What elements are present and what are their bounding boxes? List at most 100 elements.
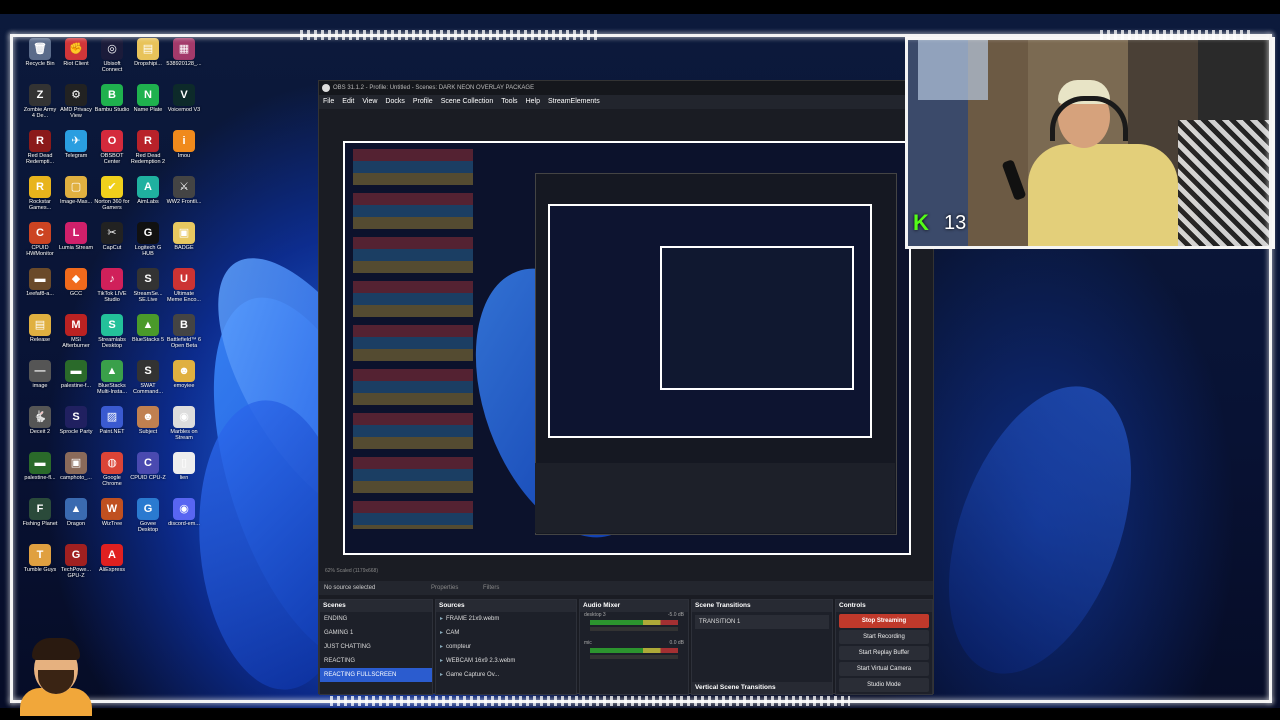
expand-icon[interactable]: ▸ — [440, 658, 443, 664]
desktop-icon[interactable]: ▯ lien — [166, 452, 202, 496]
menu-item[interactable]: StreamElements — [548, 98, 600, 105]
source-item[interactable]: ▸ FRAME 21x9.webm — [436, 612, 576, 626]
scene-item[interactable]: JUST CHATTING — [320, 640, 432, 654]
expand-icon[interactable]: ▸ — [440, 644, 443, 650]
desktop-icon[interactable]: A AliExpress — [94, 544, 130, 588]
menu-item[interactable]: Scene Collection — [441, 98, 494, 105]
desktop-icon[interactable]: ♪ TikTok LIVE Studio — [94, 268, 130, 312]
desktop-icon[interactable]: T Tumble Guys — [22, 544, 58, 588]
desktop-icon[interactable]: 🗑 Recycle Bin — [22, 38, 58, 82]
desktop-icon[interactable]: R Red Dead Redemption 2 — [130, 130, 166, 174]
desktop-icon[interactable]: ☻ emoyiee — [166, 360, 202, 404]
desktop-icon[interactable]: ▦ 538920128_... — [166, 38, 202, 82]
desktop-icon[interactable]: U Ultimate Meme Enco... — [166, 268, 202, 312]
desktop-icon[interactable]: G TechPowe... GPU-Z — [58, 544, 94, 588]
desktop-icon[interactable]: ✊ Riot Client — [58, 38, 94, 82]
obs-preview[interactable] — [343, 141, 911, 555]
desktop-icon[interactable]: ⚙ AMD Privacy View — [58, 84, 94, 128]
desktop-icon[interactable]: ▣ camphoto_... — [58, 452, 94, 496]
desktop-icon[interactable]: Z Zombie Army 4 De... — [22, 84, 58, 128]
menu-item[interactable]: View — [362, 98, 377, 105]
transition-select[interactable]: TRANSITION 1 — [695, 615, 829, 629]
desktop-icon[interactable]: 🐇 Deceit 2 — [22, 406, 58, 450]
volume-slider[interactable] — [590, 655, 678, 659]
desktop-icon[interactable]: ▬ palestine-f... — [58, 360, 94, 404]
desktop-icon[interactable]: ✈ Telegram — [58, 130, 94, 174]
desktop-icon[interactable]: G Logitech G HUB — [130, 222, 166, 266]
menu-item[interactable]: Docks — [385, 98, 404, 105]
source-item[interactable]: ▸ compteur — [436, 640, 576, 654]
menu-item[interactable]: Help — [526, 98, 540, 105]
desktop-icon[interactable]: ▲ Dragon — [58, 498, 94, 542]
desktop-icon[interactable]: S StreamSe... SE.Live — [130, 268, 166, 312]
source-item[interactable]: ▸ Game Capture Ov... — [436, 668, 576, 682]
desktop-icon[interactable]: ◎ Ubisoft Connect — [94, 38, 130, 82]
desktop-icon[interactable]: B Battlefield™ 6 Open Beta — [166, 314, 202, 358]
desktop-icon[interactable]: ▲ BlueStacks 5 — [130, 314, 166, 358]
volume-slider[interactable] — [590, 627, 678, 631]
expand-icon[interactable]: ▸ — [440, 630, 443, 636]
desktop-icon[interactable]: S Streamlabs Desktop — [94, 314, 130, 358]
desktop-icon[interactable]: B Bambu Studio — [94, 84, 130, 128]
menu-item[interactable]: Edit — [342, 98, 354, 105]
neon-scribble — [330, 696, 850, 706]
expand-icon[interactable]: ▸ — [440, 616, 443, 622]
desktop-icon[interactable]: A AimLabs — [130, 176, 166, 220]
desktop-icon[interactable]: — image — [22, 360, 58, 404]
scene-item[interactable]: GAMING 1 — [320, 626, 432, 640]
desktop-icon[interactable]: ◉ discord-em... — [166, 498, 202, 542]
desktop-icon[interactable]: ▤ Dropshipi... — [130, 38, 166, 82]
desktop-icon[interactable]: L Lumia Stream — [58, 222, 94, 266]
scene-item[interactable]: REACTING FULLSCREEN — [320, 668, 432, 682]
start-recording-button[interactable]: Start Recording — [839, 630, 929, 644]
desktop-icon[interactable]: ⚔ WW2 Frontli... — [166, 176, 202, 220]
desktop-icon[interactable]: ◍ Google Chrome — [94, 452, 130, 496]
desktop-icon[interactable]: N Name Plate — [130, 84, 166, 128]
menu-item[interactable]: Tools — [501, 98, 517, 105]
menu-item[interactable]: Profile — [413, 98, 433, 105]
start-replay-buffer-button[interactable]: Start Replay Buffer — [839, 646, 929, 660]
bottom-black-bar — [0, 708, 1280, 720]
desktop-icon[interactable]: R Rockstar Games... — [22, 176, 58, 220]
desktop-icon[interactable]: ▲ BlueStacks Multi-Insta... — [94, 360, 130, 404]
desktop-icon[interactable]: C CPUID HWMonitor — [22, 222, 58, 266]
start-virtual-camera-button[interactable]: Start Virtual Camera — [839, 662, 929, 676]
mixer-channel[interactable]: desktop 3 -5.0 dB — [580, 612, 688, 640]
desktop-icon[interactable]: M MSI Afterburner — [58, 314, 94, 358]
desktop-icon[interactable]: ◆ GCC — [58, 268, 94, 312]
desktop-icon[interactable]: ▬ palestine-fl... — [22, 452, 58, 496]
desktop-icon[interactable]: R Red Dead Redempti... — [22, 130, 58, 174]
desktop-icon[interactable]: F Fishing Planet — [22, 498, 58, 542]
desktop-icon[interactable]: V Voicemod V3 — [166, 84, 202, 128]
obs-titlebar[interactable]: OBS 31.1.2 - Profile: Untitled - Scenes:… — [319, 81, 933, 95]
menu-item[interactable]: File — [323, 98, 334, 105]
desktop-icon[interactable]: ◉ Marbles on Stream — [166, 406, 202, 450]
streamer-avatar — [14, 630, 96, 716]
desktop-icon[interactable]: ☻ Subject — [130, 406, 166, 450]
desktop-icon[interactable]: G Govee Desktop — [130, 498, 166, 542]
studio-mode-button[interactable]: Studio Mode — [839, 678, 929, 692]
scene-item[interactable]: ENDING — [320, 612, 432, 626]
properties-button[interactable]: Properties — [431, 581, 458, 595]
desktop-icon[interactable]: ✔ Norton 360 for Gamers — [94, 176, 130, 220]
desktop-icon[interactable]: ✂ CapCut — [94, 222, 130, 266]
mixer-channel[interactable]: mic 0.0 dB — [580, 640, 688, 668]
source-item[interactable]: ▸ WEBCAM 16x9 2.3.webm — [436, 654, 576, 668]
expand-icon[interactable]: ▸ — [440, 672, 443, 678]
stop-streaming-button[interactable]: Stop Streaming — [839, 614, 929, 628]
desktop-icon[interactable]: S Sprocle Party — [58, 406, 94, 450]
scene-item[interactable]: REACTING — [320, 654, 432, 668]
desktop-icon[interactable]: C CPUID CPU-Z — [130, 452, 166, 496]
desktop-icon[interactable]: ▢ Image-Mas... — [58, 176, 94, 220]
source-item[interactable]: ▸ CAM — [436, 626, 576, 640]
obs-window[interactable]: OBS 31.1.2 - Profile: Untitled - Scenes:… — [318, 80, 934, 695]
desktop-icon[interactable]: O OBSBOT Center — [94, 130, 130, 174]
desktop-icon[interactable]: i Imou — [166, 130, 202, 174]
desktop-icon[interactable]: ▨ Paint.NET — [94, 406, 130, 450]
desktop-icon[interactable]: W WizTree — [94, 498, 130, 542]
desktop-icon[interactable]: S SWAT Command... — [130, 360, 166, 404]
desktop-icon[interactable]: ▬ 1eefaf8-a... — [22, 268, 58, 312]
desktop-icon[interactable]: ▤ Release — [22, 314, 58, 358]
filters-button[interactable]: Filters — [483, 581, 499, 595]
desktop-icon[interactable]: ▣ BADGE — [166, 222, 202, 266]
